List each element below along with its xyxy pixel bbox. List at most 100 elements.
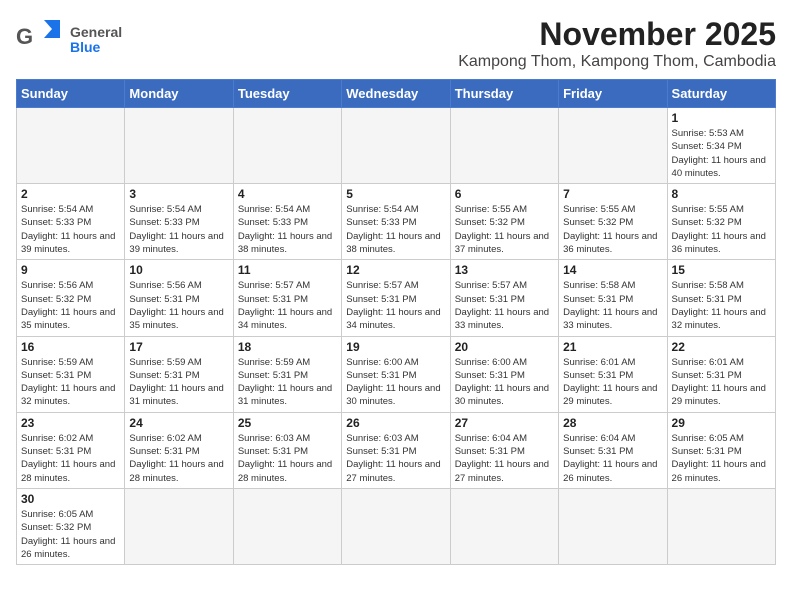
day-info: Sunrise: 6:03 AMSunset: 5:31 PMDaylight:… bbox=[346, 432, 445, 485]
logo-blue-text: Blue bbox=[70, 40, 122, 55]
calendar-cell: 7 Sunrise: 5:55 AMSunset: 5:32 PMDaylight… bbox=[559, 184, 667, 260]
calendar-cell: 11Sunrise: 5:57 AMSunset: 5:31 PMDayligh… bbox=[233, 260, 341, 336]
day-number: 26 bbox=[346, 416, 445, 430]
day-number: 6 bbox=[455, 187, 554, 201]
day-info: Sunrise: 5:55 AMSunset: 5:32 PMDaylight:… bbox=[563, 203, 662, 256]
day-number: 5 bbox=[346, 187, 445, 201]
calendar-cell: 22 Sunrise: 6:01 AMSunset: 5:31 PMDayligh… bbox=[667, 336, 775, 412]
calendar-cell bbox=[125, 488, 233, 564]
calendar-cell: 3Sunrise: 5:54 AMSunset: 5:33 PMDaylight… bbox=[125, 184, 233, 260]
day-number: 15 bbox=[672, 263, 771, 277]
calendar-cell bbox=[450, 488, 558, 564]
day-number: 27 bbox=[455, 416, 554, 430]
calendar-week-row: 2 Sunrise: 5:54 AMSunset: 5:33 PMDaylight… bbox=[17, 184, 776, 260]
calendar-cell: 23 Sunrise: 6:02 AMSunset: 5:31 PMDayligh… bbox=[17, 412, 125, 488]
calendar-cell: 9 Sunrise: 5:56 AMSunset: 5:32 PMDaylight… bbox=[17, 260, 125, 336]
day-number: 17 bbox=[129, 340, 228, 354]
day-number: 13 bbox=[455, 263, 554, 277]
calendar-week-row: 9 Sunrise: 5:56 AMSunset: 5:32 PMDaylight… bbox=[17, 260, 776, 336]
calendar-cell: 10Sunrise: 5:56 AMSunset: 5:31 PMDayligh… bbox=[125, 260, 233, 336]
calendar-cell: 12 Sunrise: 5:57 AMSunset: 5:31 PMDayligh… bbox=[342, 260, 450, 336]
day-info: Sunrise: 5:58 AMSunset: 5:31 PMDaylight:… bbox=[563, 279, 662, 332]
calendar-header-sunday: Sunday bbox=[17, 80, 125, 108]
calendar-header-row: SundayMondayTuesdayWednesdayThursdayFrid… bbox=[17, 80, 776, 108]
day-number: 24 bbox=[129, 416, 228, 430]
day-number: 1 bbox=[672, 111, 771, 125]
calendar-header-friday: Friday bbox=[559, 80, 667, 108]
logo-icon: G bbox=[16, 16, 64, 64]
day-info: Sunrise: 5:54 AMSunset: 5:33 PMDaylight:… bbox=[346, 203, 445, 256]
calendar-cell bbox=[559, 488, 667, 564]
calendar-cell bbox=[233, 488, 341, 564]
calendar-cell: 24 Sunrise: 6:02 AMSunset: 5:31 PMDayligh… bbox=[125, 412, 233, 488]
day-info: Sunrise: 6:02 AMSunset: 5:31 PMDaylight:… bbox=[129, 432, 228, 485]
day-number: 23 bbox=[21, 416, 120, 430]
calendar-cell bbox=[233, 108, 341, 184]
day-info: Sunrise: 5:54 AMSunset: 5:33 PMDaylight:… bbox=[129, 203, 228, 256]
calendar-table: SundayMondayTuesdayWednesdayThursdayFrid… bbox=[16, 79, 776, 565]
calendar-cell bbox=[17, 108, 125, 184]
day-info: Sunrise: 5:54 AMSunset: 5:33 PMDaylight:… bbox=[238, 203, 337, 256]
day-number: 4 bbox=[238, 187, 337, 201]
calendar-cell: 17 Sunrise: 5:59 AMSunset: 5:31 PMDayligh… bbox=[125, 336, 233, 412]
day-number: 2 bbox=[21, 187, 120, 201]
calendar-cell: 20 Sunrise: 6:00 AMSunset: 5:31 PMDayligh… bbox=[450, 336, 558, 412]
calendar-cell: 6 Sunrise: 5:55 AMSunset: 5:32 PMDaylight… bbox=[450, 184, 558, 260]
calendar-header-saturday: Saturday bbox=[667, 80, 775, 108]
day-number: 12 bbox=[346, 263, 445, 277]
calendar-cell bbox=[342, 108, 450, 184]
day-number: 21 bbox=[563, 340, 662, 354]
day-number: 28 bbox=[563, 416, 662, 430]
calendar-cell: 2 Sunrise: 5:54 AMSunset: 5:33 PMDaylight… bbox=[17, 184, 125, 260]
calendar-header-tuesday: Tuesday bbox=[233, 80, 341, 108]
calendar-header-thursday: Thursday bbox=[450, 80, 558, 108]
day-number: 20 bbox=[455, 340, 554, 354]
day-number: 22 bbox=[672, 340, 771, 354]
day-info: Sunrise: 6:05 AMSunset: 5:32 PMDaylight:… bbox=[21, 508, 120, 561]
day-info: Sunrise: 5:59 AMSunset: 5:31 PMDaylight:… bbox=[129, 356, 228, 409]
calendar-cell: 18Sunrise: 5:59 AMSunset: 5:31 PMDayligh… bbox=[233, 336, 341, 412]
calendar-cell: 15Sunrise: 5:58 AMSunset: 5:31 PMDayligh… bbox=[667, 260, 775, 336]
calendar-week-row: 1 Sunrise: 5:53 AMSunset: 5:34 PMDaylight… bbox=[17, 108, 776, 184]
day-info: Sunrise: 6:01 AMSunset: 5:31 PMDaylight:… bbox=[672, 356, 771, 409]
day-info: Sunrise: 5:55 AMSunset: 5:32 PMDaylight:… bbox=[455, 203, 554, 256]
day-info: Sunrise: 5:59 AMSunset: 5:31 PMDaylight:… bbox=[238, 356, 337, 409]
day-info: Sunrise: 5:53 AMSunset: 5:34 PMDaylight:… bbox=[672, 127, 771, 180]
day-info: Sunrise: 6:02 AMSunset: 5:31 PMDaylight:… bbox=[21, 432, 120, 485]
day-info: Sunrise: 6:05 AMSunset: 5:31 PMDaylight:… bbox=[672, 432, 771, 485]
day-info: Sunrise: 5:54 AMSunset: 5:33 PMDaylight:… bbox=[21, 203, 120, 256]
day-number: 10 bbox=[129, 263, 228, 277]
day-info: Sunrise: 5:56 AMSunset: 5:32 PMDaylight:… bbox=[21, 279, 120, 332]
page-title: November 2025 bbox=[458, 16, 776, 53]
day-number: 9 bbox=[21, 263, 120, 277]
day-number: 16 bbox=[21, 340, 120, 354]
day-info: Sunrise: 6:00 AMSunset: 5:31 PMDaylight:… bbox=[346, 356, 445, 409]
calendar-header-wednesday: Wednesday bbox=[342, 80, 450, 108]
day-info: Sunrise: 5:57 AMSunset: 5:31 PMDaylight:… bbox=[455, 279, 554, 332]
calendar-week-row: 23 Sunrise: 6:02 AMSunset: 5:31 PMDayligh… bbox=[17, 412, 776, 488]
title-area: November 2025 Kampong Thom, Kampong Thom… bbox=[458, 16, 776, 71]
calendar-cell: 21 Sunrise: 6:01 AMSunset: 5:31 PMDayligh… bbox=[559, 336, 667, 412]
day-info: Sunrise: 6:01 AMSunset: 5:31 PMDaylight:… bbox=[563, 356, 662, 409]
day-number: 8 bbox=[672, 187, 771, 201]
calendar-week-row: 30 Sunrise: 6:05 AMSunset: 5:32 PMDayligh… bbox=[17, 488, 776, 564]
calendar-cell bbox=[667, 488, 775, 564]
day-info: Sunrise: 5:59 AMSunset: 5:31 PMDaylight:… bbox=[21, 356, 120, 409]
header: G General Blue November 2025 Kampong Tho… bbox=[16, 16, 776, 71]
day-info: Sunrise: 6:00 AMSunset: 5:31 PMDaylight:… bbox=[455, 356, 554, 409]
day-number: 30 bbox=[21, 492, 120, 506]
calendar-cell: 8Sunrise: 5:55 AMSunset: 5:32 PMDaylight… bbox=[667, 184, 775, 260]
day-number: 7 bbox=[563, 187, 662, 201]
logo: G General Blue bbox=[16, 16, 122, 64]
calendar-cell: 14 Sunrise: 5:58 AMSunset: 5:31 PMDayligh… bbox=[559, 260, 667, 336]
day-number: 14 bbox=[563, 263, 662, 277]
day-number: 29 bbox=[672, 416, 771, 430]
calendar-cell: 30 Sunrise: 6:05 AMSunset: 5:32 PMDayligh… bbox=[17, 488, 125, 564]
day-info: Sunrise: 5:57 AMSunset: 5:31 PMDaylight:… bbox=[346, 279, 445, 332]
calendar-cell: 27Sunrise: 6:04 AMSunset: 5:31 PMDayligh… bbox=[450, 412, 558, 488]
calendar-cell: 28Sunrise: 6:04 AMSunset: 5:31 PMDayligh… bbox=[559, 412, 667, 488]
day-info: Sunrise: 5:57 AMSunset: 5:31 PMDaylight:… bbox=[238, 279, 337, 332]
calendar-cell: 13 Sunrise: 5:57 AMSunset: 5:31 PMDayligh… bbox=[450, 260, 558, 336]
day-info: Sunrise: 6:03 AMSunset: 5:31 PMDaylight:… bbox=[238, 432, 337, 485]
calendar-cell: 16 Sunrise: 5:59 AMSunset: 5:31 PMDayligh… bbox=[17, 336, 125, 412]
